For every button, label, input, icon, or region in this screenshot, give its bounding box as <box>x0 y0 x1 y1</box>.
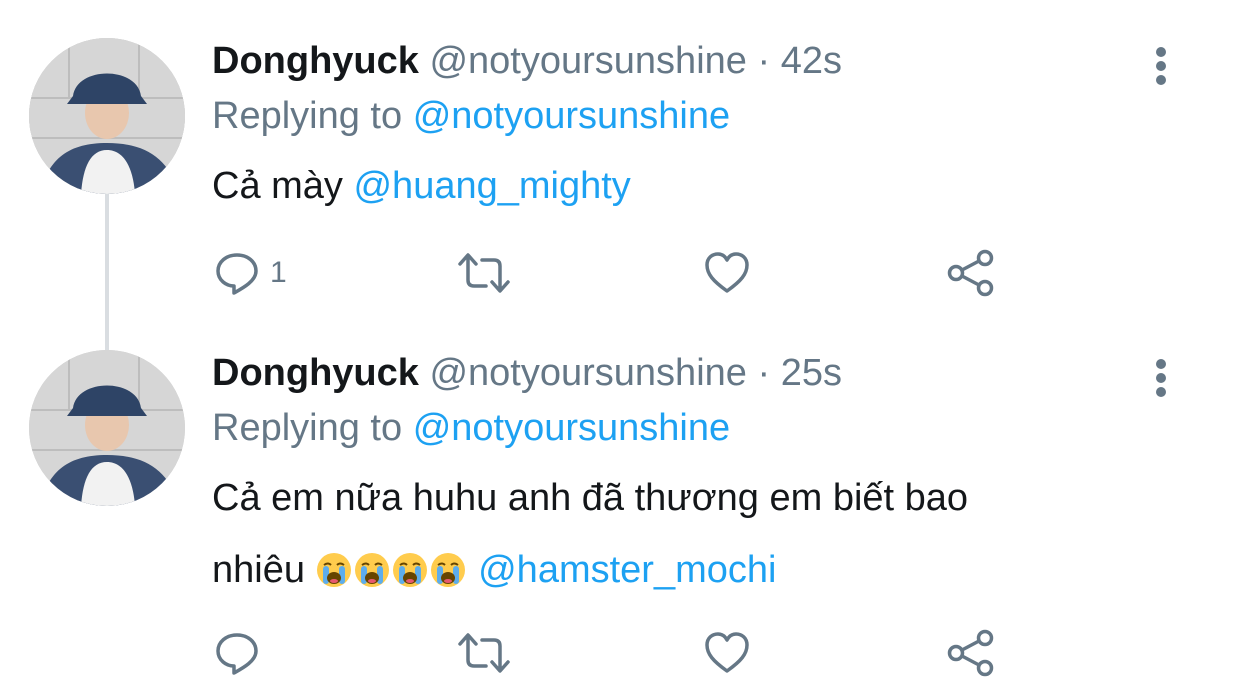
reply-button[interactable]: 1 <box>214 248 287 298</box>
reply-icon <box>216 253 258 295</box>
timestamp[interactable]: 42s <box>781 40 842 82</box>
mention-link[interactable]: @huang_mighty <box>353 165 630 207</box>
like-button[interactable] <box>703 248 751 298</box>
tweet-header: Donghyuck @notyoursunshine · 25s <box>212 350 842 396</box>
retweet-button[interactable] <box>456 628 512 678</box>
emoji-group <box>316 549 468 591</box>
like-button[interactable] <box>703 628 751 678</box>
more-vertical-icon[interactable] <box>1148 46 1174 86</box>
retweet-icon <box>458 253 510 293</box>
loudly-crying-face-emoji <box>430 553 465 587</box>
loudly-crying-face-emoji <box>392 553 427 587</box>
tweet-text-line: nhiêu @hamster_mochi <box>212 534 968 606</box>
retweet-button[interactable] <box>456 248 512 298</box>
tweet-text-content: Cả mày <box>212 165 343 207</box>
tweet-header: Donghyuck @notyoursunshine · 42s <box>212 38 842 84</box>
author-handle[interactable]: @notyoursunshine <box>429 352 746 394</box>
replying-to-link[interactable]: @notyoursunshine <box>413 95 730 137</box>
share-icon <box>947 249 994 297</box>
share-icon <box>947 629 994 677</box>
reply-button[interactable] <box>214 628 270 678</box>
replying-prefix: Replying to <box>212 407 403 449</box>
more-vertical-icon[interactable] <box>1148 358 1174 398</box>
replying-prefix: Replying to <box>212 95 403 137</box>
timestamp[interactable]: 25s <box>781 352 842 394</box>
author-name[interactable]: Donghyuck <box>212 352 419 394</box>
avatar[interactable] <box>29 350 185 506</box>
author-name[interactable]: Donghyuck <box>212 40 419 82</box>
tweet-text-line: Cả em nữa huhu anh đã thương em biết bao <box>212 477 969 519</box>
replying-to: Replying to @notyoursunshine <box>212 93 730 139</box>
tweet-text-content: nhiêu <box>212 549 305 591</box>
author-handle[interactable]: @notyoursunshine <box>429 40 746 82</box>
replying-to: Replying to @notyoursunshine <box>212 405 730 451</box>
tweet-actions: 1 <box>0 248 1242 298</box>
separator: · <box>757 352 771 394</box>
share-button[interactable] <box>946 628 996 678</box>
loudly-crying-face-emoji <box>354 553 389 587</box>
mention-link[interactable]: @hamster_mochi <box>478 549 776 591</box>
replying-to-link[interactable]: @notyoursunshine <box>413 407 730 449</box>
heart-icon <box>705 252 749 293</box>
tweet-text: Cả em nữa huhu anh đã thương em biết bao… <box>212 462 968 606</box>
heart-icon <box>705 632 749 673</box>
avatar[interactable] <box>29 38 185 194</box>
reply-icon <box>216 633 258 675</box>
reply-count: 1 <box>270 256 287 289</box>
separator: · <box>757 40 771 82</box>
retweet-icon <box>458 633 510 673</box>
loudly-crying-face-emoji <box>316 553 351 587</box>
tweet-actions <box>0 628 1242 678</box>
tweet-text: Cả mày @huang_mighty <box>212 150 631 222</box>
share-button[interactable] <box>946 248 996 298</box>
